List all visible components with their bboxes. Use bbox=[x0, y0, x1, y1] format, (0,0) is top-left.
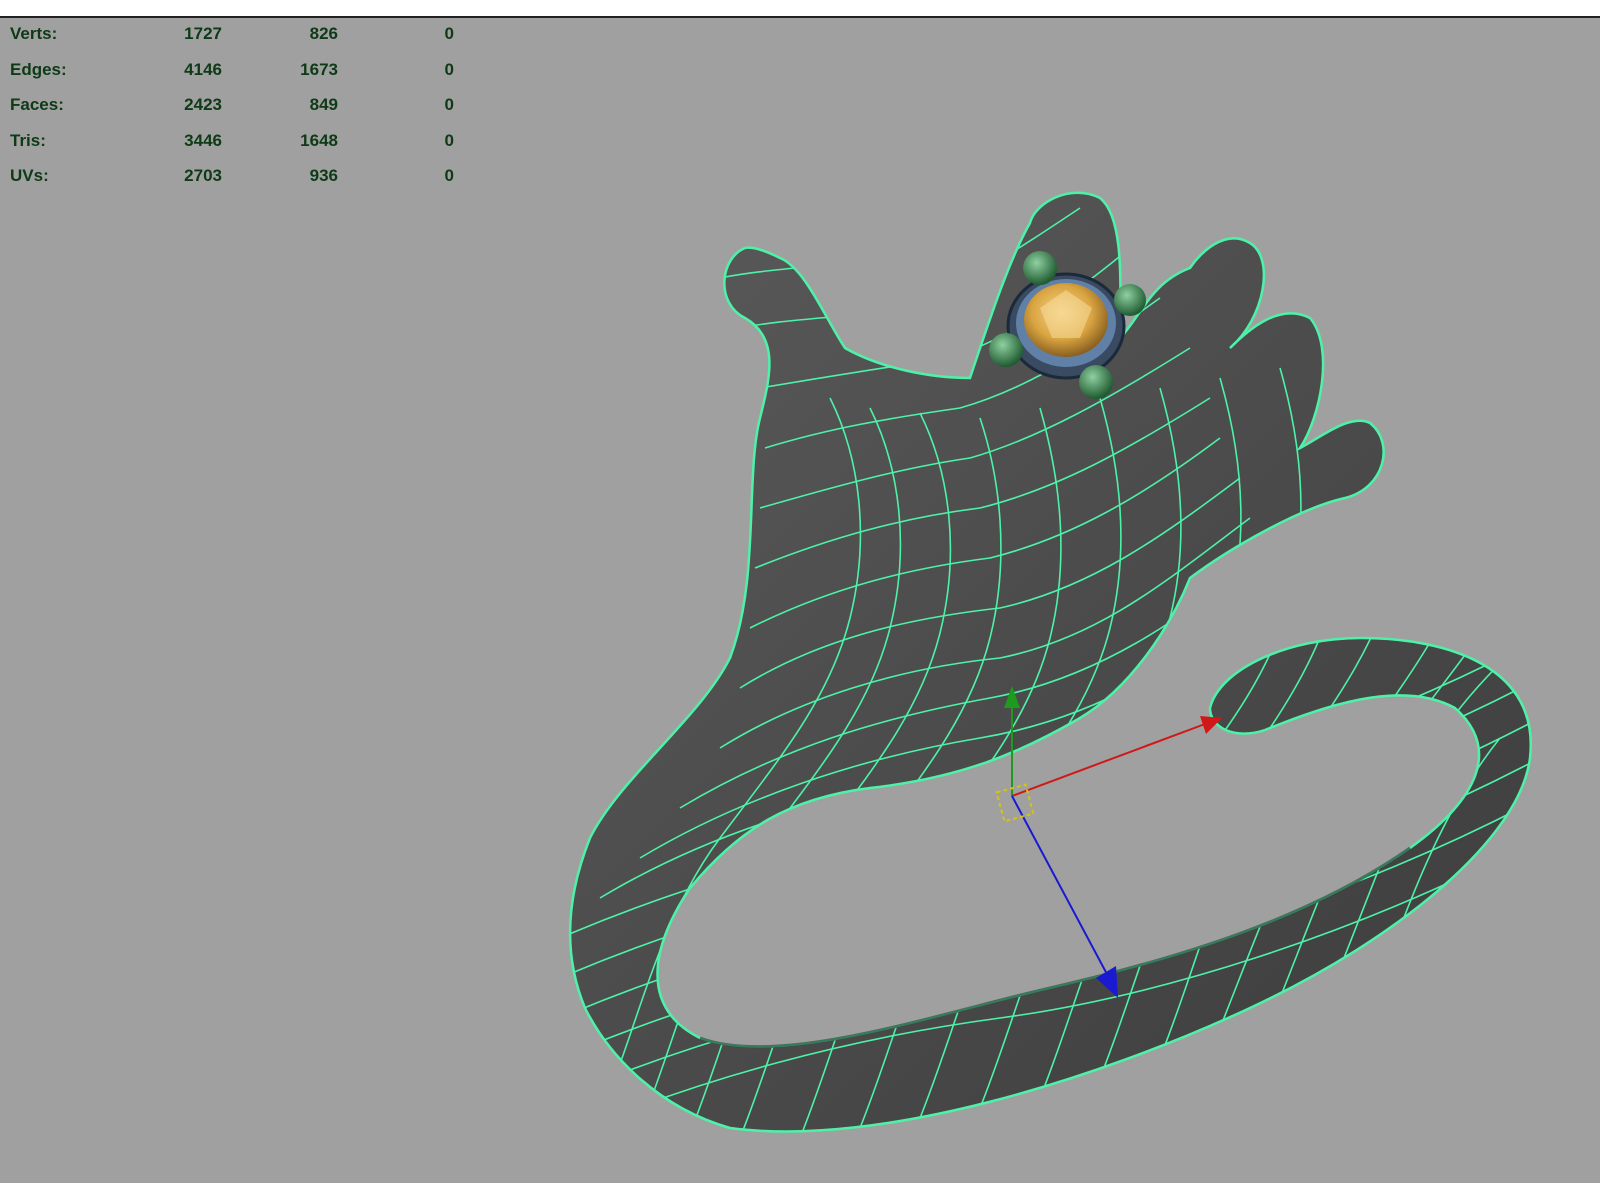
window-top-border bbox=[0, 0, 1600, 18]
3d-viewport[interactable]: Verts: 1727 826 0 Edges: 4146 1673 0 Fac… bbox=[0, 18, 1600, 1183]
window-bottom-border bbox=[0, 1183, 1600, 1201]
scene-render bbox=[568, 191, 1533, 1133]
